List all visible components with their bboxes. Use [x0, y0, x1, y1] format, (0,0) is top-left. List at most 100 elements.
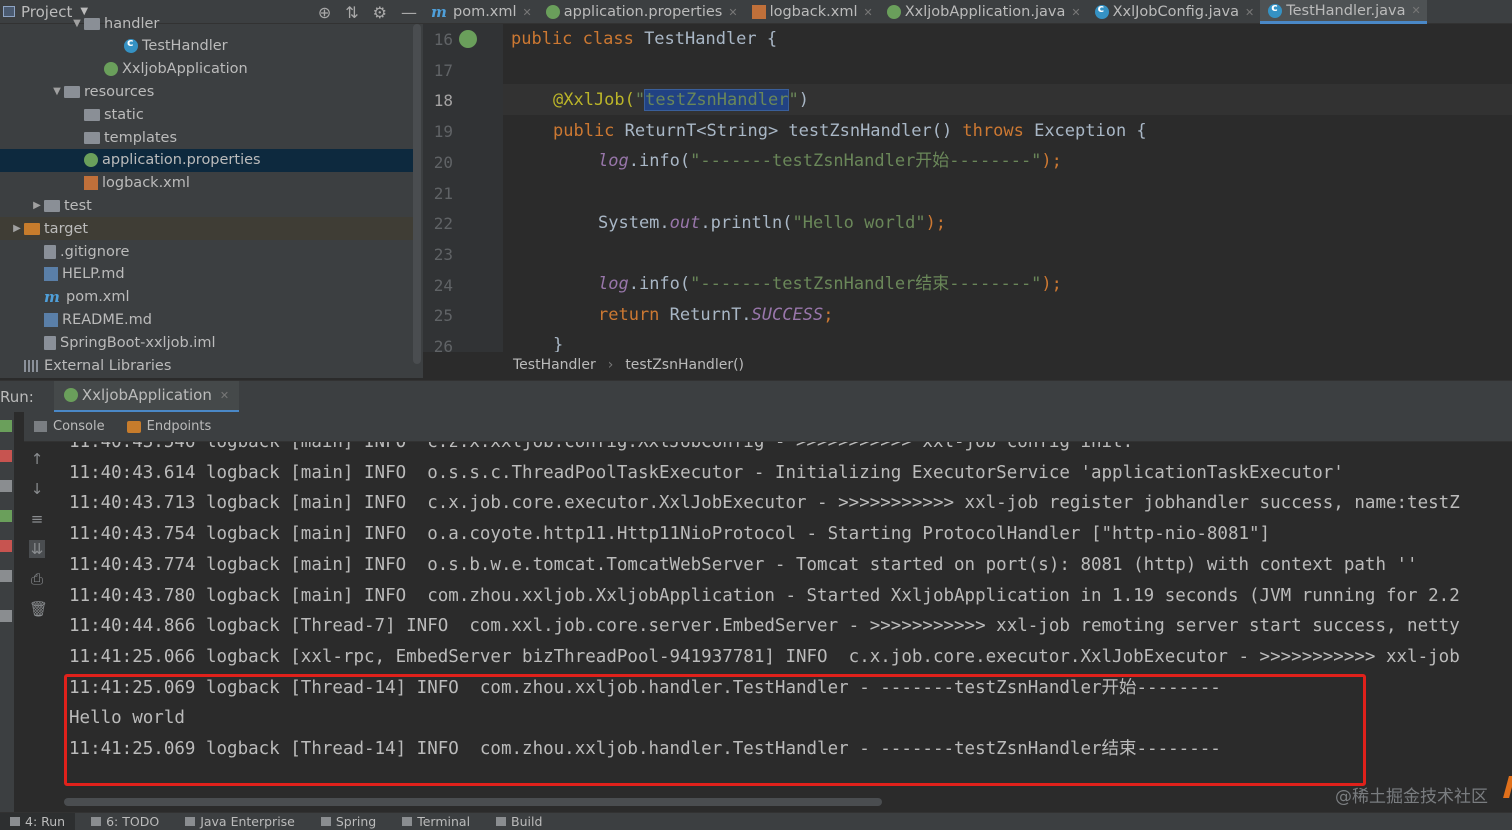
tree-item-label: README.md: [62, 311, 152, 328]
tree-item[interactable]: templates: [0, 126, 415, 149]
run-subtabs: Console Endpoints: [24, 412, 1512, 442]
console-line: 11:40:43.774 logback [main] INFO o.s.b.w…: [69, 554, 1418, 575]
code-line-25[interactable]: return ReturnT.SUCCESS;: [598, 300, 833, 331]
editor-tab[interactable]: application.properties ✕: [538, 0, 744, 24]
console-tab-label: Console: [53, 419, 105, 434]
tool-window-label: 6: TODO: [106, 814, 160, 829]
tool-window-bar: 4: Run 6: TODO Java Enterprise Spring Termin…: [0, 812, 1512, 830]
class-ref: ReturnT.: [669, 305, 752, 325]
editor-tab[interactable]: logback.xml ✕: [744, 0, 879, 24]
code-line-24[interactable]: log.info("-------testZsnHandler结束-------…: [598, 269, 1062, 300]
markdown-file-icon: [44, 312, 58, 327]
close-icon[interactable]: ✕: [1245, 6, 1254, 19]
editor-tab-label: logback.xml: [769, 4, 858, 20]
tree-item[interactable]: m pom.xml: [0, 286, 415, 309]
tool-window-label: Terminal: [417, 814, 471, 829]
tool-window-button[interactable]: Build: [486, 813, 552, 830]
breadcrumb-method[interactable]: testZsnHandler(): [625, 357, 744, 373]
tool-window-button[interactable]: 6: TODO: [81, 813, 169, 830]
tree-item[interactable]: ▶ target: [0, 217, 415, 241]
spring-properties-icon: [84, 153, 98, 168]
tool-window-button[interactable]: Spring: [311, 813, 386, 830]
code-line-18[interactable]: @XxlJob("testZsnHandler"): [553, 85, 809, 116]
camera-icon[interactable]: [0, 480, 12, 492]
editor-tab[interactable]: TestHandler.java ✕: [1260, 0, 1427, 24]
line-number: 22: [433, 214, 453, 234]
expand-arrow-icon[interactable]: ▼: [70, 18, 84, 29]
code-editor[interactable]: 16 17 18 19 20 21 22 23 24 25 26 public class Test…: [423, 24, 1512, 356]
restore-icon[interactable]: [0, 510, 12, 522]
tree-item[interactable]: ▶ test: [0, 194, 415, 217]
tree-item[interactable]: application.properties: [0, 148, 415, 172]
tree-item[interactable]: External Libraries: [0, 354, 415, 377]
tree-item[interactable]: TestHandler: [0, 35, 415, 58]
close-icon[interactable]: ✕: [1412, 4, 1421, 17]
editor-tab[interactable]: XxljobApplication.java ✕: [879, 0, 1087, 24]
arrow-down-icon[interactable]: ↓: [29, 480, 45, 498]
tool-window-label: 4: Run: [25, 814, 66, 829]
print-icon[interactable]: ⎙: [29, 570, 45, 588]
close-icon[interactable]: ✕: [220, 389, 229, 402]
method-name: testZsnHandler(): [788, 121, 963, 141]
field: out: [669, 213, 701, 233]
code-line-16[interactable]: public class TestHandler {: [511, 24, 777, 55]
tree-item[interactable]: ▼ resources: [0, 80, 415, 103]
arrow-up-icon[interactable]: ↑: [29, 450, 45, 468]
tree-item-label: logback.xml: [102, 175, 190, 192]
close-icon[interactable]: ✕: [728, 6, 737, 19]
tool-window-button[interactable]: Terminal: [392, 813, 480, 830]
console-horizontal-scrollbar[interactable]: [64, 798, 882, 806]
spring-boot-class-icon: [886, 5, 901, 19]
tree-item[interactable]: SpringBoot-xxljob.iml: [0, 331, 415, 354]
terminator: );: [925, 213, 947, 233]
scroll-to-end-icon[interactable]: ⇊: [29, 540, 45, 558]
close-icon[interactable]: ✕: [523, 6, 532, 19]
xml-file-icon: [84, 176, 98, 191]
editor-tab[interactable]: XxlJobConfig.java ✕: [1087, 0, 1261, 24]
console-line: 11:40:43.754 logback [main] INFO o.a.coy…: [69, 524, 1271, 545]
tree-item[interactable]: HELP.md: [0, 263, 415, 286]
close-icon[interactable]: ✕: [863, 6, 872, 19]
tree-item-label: SpringBoot-xxljob.iml: [60, 334, 216, 351]
tree-item[interactable]: README.md: [0, 308, 415, 331]
code-line-19[interactable]: public ReturnT<String> testZsnHandler() …: [553, 116, 1147, 147]
tree-item[interactable]: logback.xml: [0, 172, 415, 195]
maven-icon: m: [44, 288, 60, 307]
trash-icon[interactable]: 🗑: [29, 600, 48, 618]
expand-arrow-icon[interactable]: ▼: [50, 86, 64, 97]
exit-icon[interactable]: [0, 540, 12, 552]
collapse-arrow-icon[interactable]: ▶: [30, 200, 44, 211]
tree-item-label: target: [44, 220, 89, 237]
markdown-file-icon: [44, 267, 58, 282]
spring-bean-gutter-icon[interactable]: [459, 30, 477, 48]
tree-item[interactable]: static: [0, 103, 415, 126]
endpoints-tab[interactable]: Endpoints: [126, 419, 211, 434]
breadcrumb-class[interactable]: TestHandler: [513, 357, 596, 373]
tool-window-button[interactable]: Java Enterprise: [175, 813, 305, 830]
editor-tab-label: application.properties: [563, 4, 723, 20]
editor-tab[interactable]: m pom.xml ✕: [423, 0, 538, 24]
close-icon[interactable]: ✕: [1071, 6, 1080, 19]
code-line-22[interactable]: System.out.println("Hello world");: [598, 208, 946, 239]
rerun-icon[interactable]: [0, 420, 12, 432]
tree-item[interactable]: ▼ handler: [0, 12, 415, 35]
pin-icon[interactable]: [0, 610, 12, 622]
tree-item-label: handler: [104, 15, 160, 32]
tool-window-button[interactable]: 4: Run: [0, 812, 76, 830]
selected-text[interactable]: testZsnHandler: [644, 89, 790, 111]
tree-item[interactable]: .gitignore: [0, 240, 415, 263]
collapse-arrow-icon[interactable]: ▶: [10, 223, 24, 234]
console-tab[interactable]: Console: [34, 419, 105, 434]
soft-wrap-icon[interactable]: ≡: [29, 510, 45, 528]
tree-item[interactable]: XxljobApplication: [0, 58, 415, 81]
console-line: 11:40:44.866 logback [Thread-7] INFO com…: [69, 616, 1460, 637]
console-line: 11:40:43.780 logback [main] INFO com.zho…: [69, 585, 1460, 606]
line-number: 20: [433, 152, 453, 172]
layout-icon[interactable]: [0, 570, 12, 582]
stop-icon[interactable]: [0, 450, 12, 462]
tree-item-label: pom.xml: [66, 289, 130, 306]
run-config-tab[interactable]: XxljobApplication ✕: [53, 380, 240, 413]
project-scrollbar[interactable]: [413, 24, 421, 364]
code-line-20[interactable]: log.info("-------testZsnHandler开始-------…: [598, 146, 1062, 177]
annotation: @XxlJob(: [553, 90, 635, 110]
